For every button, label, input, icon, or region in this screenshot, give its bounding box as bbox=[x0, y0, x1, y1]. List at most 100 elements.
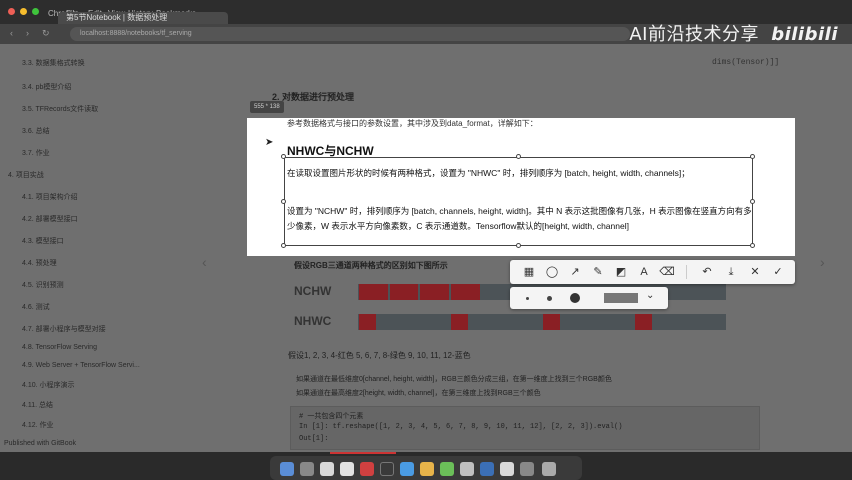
toc-item[interactable]: 4.3. 模型接口 bbox=[22, 236, 64, 246]
code-output-fragment: dims(Tensor)]] bbox=[712, 58, 780, 67]
table-of-contents: 3.3. 数据集格式转换 3.4. pb模型介绍 3.5. TFRecords文… bbox=[0, 44, 200, 452]
capture-region[interactable]: 参考数据格式与接口的参数设置，其中涉及到data_format，详解如下： NH… bbox=[247, 118, 795, 256]
ellipse-icon[interactable]: ◯ bbox=[543, 263, 561, 281]
large-brush-icon[interactable] bbox=[570, 293, 580, 303]
blur-icon[interactable]: ◩ bbox=[612, 263, 630, 281]
save-icon[interactable]: ⤓ bbox=[722, 263, 740, 281]
small-brush-icon[interactable] bbox=[526, 297, 529, 300]
toc-item[interactable]: 3.3. 数据集格式转换 bbox=[22, 58, 85, 68]
arrow-icon[interactable]: ↗ bbox=[566, 263, 584, 281]
undo-icon[interactable]: ↶ bbox=[698, 263, 716, 281]
toc-item[interactable]: 4.11. 总结 bbox=[22, 400, 53, 410]
color-caption: 假设1, 2, 3, 4-红色 5, 6, 7, 8-绿色 9, 10, 11,… bbox=[288, 351, 471, 360]
toc-item[interactable]: 4. 项目实战 bbox=[8, 170, 44, 180]
annotation-toolbar: ▦ ◯ ↗ ✎ ◩ A ⌫ ↶ ⤓ ✕ ✓ bbox=[510, 260, 795, 284]
close-window-icon[interactable] bbox=[8, 8, 15, 15]
nhwc-strip bbox=[358, 314, 726, 330]
toc-item[interactable]: 3.6. 总结 bbox=[22, 126, 50, 136]
chevron-down-icon[interactable]: ⌄ bbox=[646, 290, 654, 301]
app-icon[interactable] bbox=[420, 462, 434, 476]
toc-item[interactable]: 4.5. 识别预测 bbox=[22, 280, 64, 290]
app-icon[interactable] bbox=[320, 462, 334, 476]
capture-paragraph-2: 设置为 "NCHW" 时，排列顺序为 [batch, channels, hei… bbox=[287, 206, 752, 231]
app-icon[interactable] bbox=[500, 462, 514, 476]
minimize-window-icon[interactable] bbox=[20, 8, 27, 15]
toc-item[interactable]: 3.4. pb模型介绍 bbox=[22, 82, 71, 92]
code-cell[interactable]: # 一共包含四个元素 In [1]: tf.reshape([1, 2, 3, … bbox=[290, 406, 760, 450]
resize-handle[interactable] bbox=[516, 243, 521, 248]
resize-handle[interactable] bbox=[281, 199, 286, 204]
toolbar-divider bbox=[686, 265, 687, 279]
prev-page-icon[interactable]: ‹ bbox=[202, 254, 207, 270]
resize-handle[interactable] bbox=[750, 199, 755, 204]
finder-icon[interactable] bbox=[280, 462, 294, 476]
toc-item[interactable]: 4.8. TensorFlow Serving bbox=[22, 344, 97, 351]
nchw-red-cell bbox=[359, 284, 388, 300]
clipped-text: 参考数据格式与接口的参数设置，其中涉及到data_format，详解如下： bbox=[287, 119, 538, 128]
resize-handle[interactable] bbox=[281, 243, 286, 248]
nhwc-label: NHWC bbox=[294, 314, 332, 328]
nchw-red-cell bbox=[389, 284, 419, 300]
nhwc-red-cell bbox=[451, 314, 468, 330]
nchw-red-cell bbox=[451, 284, 480, 300]
app-icon[interactable] bbox=[340, 462, 354, 476]
code-line: Out[1]: bbox=[299, 435, 329, 443]
dock bbox=[0, 452, 852, 480]
dock-shelf bbox=[270, 456, 582, 480]
toc-footer[interactable]: Published with GitBook bbox=[4, 440, 76, 447]
nhwc-red-cell bbox=[543, 314, 560, 330]
nchw-red-cell bbox=[420, 284, 449, 300]
close-icon[interactable]: ✕ bbox=[746, 263, 764, 281]
bilibili-logo: bilibili bbox=[771, 24, 838, 45]
toc-item[interactable]: 4.9. Web Server + TensorFlow Servi... bbox=[22, 362, 140, 369]
section-heading: 2. 对数据进行预处理 bbox=[272, 92, 355, 102]
resize-handle[interactable] bbox=[516, 154, 521, 159]
next-page-icon[interactable]: › bbox=[820, 254, 825, 270]
eraser-icon[interactable]: ⌫ bbox=[658, 263, 676, 281]
toc-item[interactable]: 3.5. TFRecords文件读取 bbox=[22, 104, 98, 114]
app-icon[interactable] bbox=[480, 462, 494, 476]
capture-dimensions-label: 555 * 138 bbox=[250, 101, 284, 113]
terminal-icon[interactable] bbox=[380, 462, 394, 476]
color-swatch[interactable] bbox=[604, 293, 638, 303]
app-icon[interactable] bbox=[360, 462, 374, 476]
toc-item[interactable]: 4.6. 测试 bbox=[22, 302, 50, 312]
toc-item[interactable]: 4.7. 部署小程序与模型对接 bbox=[22, 324, 106, 334]
tab-notebook[interactable]: 第5节Notebook | 数据预处理 bbox=[58, 12, 228, 24]
toc-item[interactable]: 4.1. 项目架构介绍 bbox=[22, 192, 78, 202]
url-field[interactable]: localhost:8888/notebooks/tf_serving bbox=[70, 27, 630, 41]
maximize-window-icon[interactable] bbox=[32, 8, 39, 15]
resize-handle[interactable] bbox=[750, 243, 755, 248]
mosaic-icon[interactable]: ▦ bbox=[520, 263, 538, 281]
resize-handle[interactable] bbox=[281, 154, 286, 159]
app-icon[interactable] bbox=[460, 462, 474, 476]
reload-icon[interactable]: ↻ bbox=[42, 28, 50, 39]
pen-icon[interactable]: ✎ bbox=[589, 263, 607, 281]
forward-icon[interactable]: › bbox=[26, 28, 29, 38]
app-icon[interactable] bbox=[520, 462, 534, 476]
watermark-text: AI前沿技术分享 bilibili bbox=[629, 20, 838, 46]
toc-item[interactable]: 4.4. 预处理 bbox=[22, 258, 57, 268]
capture-paragraph-1: 在读取设置图片形状的时候有两种格式，设置为 "NHWC" 时，排列顺序为 [ba… bbox=[287, 168, 690, 178]
confirm-icon[interactable]: ✓ bbox=[769, 263, 787, 281]
toc-item[interactable]: 4.12. 作业 bbox=[22, 420, 54, 430]
medium-brush-icon[interactable] bbox=[547, 296, 552, 301]
back-icon[interactable]: ‹ bbox=[10, 28, 13, 38]
toc-item[interactable]: 4.2. 部署模型接口 bbox=[22, 214, 78, 224]
active-indicator bbox=[330, 452, 396, 454]
mouse-cursor-icon: ➤ bbox=[265, 137, 274, 148]
toc-item[interactable]: 4.10. 小程序演示 bbox=[22, 380, 75, 390]
watermark-label: AI前沿技术分享 bbox=[629, 24, 759, 45]
trash-icon[interactable] bbox=[542, 462, 556, 476]
nhwc-red-cell bbox=[635, 314, 652, 330]
nchw-label: NCHW bbox=[294, 284, 332, 298]
app-icon[interactable] bbox=[440, 462, 454, 476]
text-icon[interactable]: A bbox=[635, 263, 653, 281]
app-icon[interactable] bbox=[400, 462, 414, 476]
strip-title: 假设RGB三通道两种格式的区别如下图所示 bbox=[294, 261, 448, 270]
screen: Chrome File Edit View History Bookmarks … bbox=[0, 0, 852, 480]
nhwc-red-cell bbox=[359, 314, 376, 330]
toc-item[interactable]: 3.7. 作业 bbox=[22, 148, 50, 158]
resize-handle[interactable] bbox=[750, 154, 755, 159]
launchpad-icon[interactable] bbox=[300, 462, 314, 476]
